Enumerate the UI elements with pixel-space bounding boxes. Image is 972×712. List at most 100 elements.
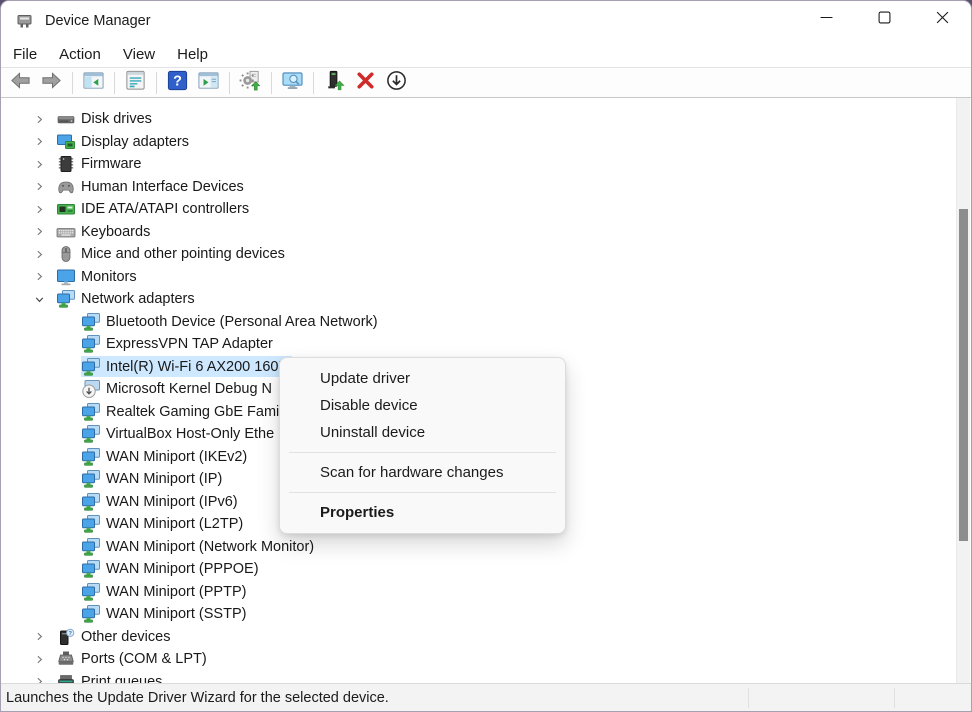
- help-icon: ?: [166, 69, 189, 97]
- network-adapter-icon: [81, 582, 101, 602]
- chevron-right-icon[interactable]: [32, 270, 46, 284]
- tree-item-wan-miniport-pptp[interactable]: WAN Miniport (PPTP): [2, 581, 954, 604]
- device-manager-window: Device Manager FileActionViewHelp ? Disk…: [0, 0, 972, 712]
- ports-icon: [56, 649, 76, 669]
- status-divider: [748, 688, 749, 708]
- context-menu-item-scan-for-hardware-changes[interactable]: Scan for hardware changes: [280, 459, 565, 486]
- tree-item-bluetooth-device-personal-area-network[interactable]: Bluetooth Device (Personal Area Network): [2, 311, 954, 334]
- tree-item-firmware[interactable]: Firmware: [2, 153, 954, 176]
- tree-item-label: Bluetooth Device (Personal Area Network): [106, 314, 378, 330]
- chevron-right-icon[interactable]: [32, 225, 46, 239]
- scrollbar-thumb[interactable]: [959, 209, 968, 541]
- tree-item-label: Network adapters: [81, 291, 195, 307]
- uninstall-device-button[interactable]: [351, 70, 380, 96]
- minimize-button[interactable]: [797, 1, 855, 39]
- arrow-right-icon: [40, 69, 63, 97]
- toolbar: ?: [1, 69, 971, 98]
- tree-item-mice-and-other-pointing-devices[interactable]: Mice and other pointing devices: [2, 243, 954, 266]
- network-adapter-icon: [81, 492, 101, 512]
- remote-computer-button[interactable]: [278, 70, 307, 96]
- network-adapter-icon: [81, 469, 101, 489]
- help-button[interactable]: ?: [163, 70, 192, 96]
- maximize-button[interactable]: [855, 1, 913, 39]
- toolbar-separator: [229, 72, 230, 94]
- chevron-right-icon[interactable]: [32, 180, 46, 194]
- tree-item-other-devices[interactable]: ? Other devices: [2, 626, 954, 649]
- chevron-right-icon[interactable]: [32, 652, 46, 666]
- tree-item-label: WAN Miniport (SSTP): [106, 606, 246, 622]
- action-pane-button[interactable]: [194, 70, 223, 96]
- tree-item-label: Realtek Gaming GbE Fami: [106, 404, 279, 420]
- update-driver-icon: [323, 69, 346, 97]
- tree-item-monitors[interactable]: Monitors: [2, 266, 954, 289]
- context-menu: Update driverDisable deviceUninstall dev…: [279, 357, 566, 534]
- update-driver-button[interactable]: [320, 70, 349, 96]
- svg-text:?: ?: [68, 631, 72, 637]
- tree-item-network-adapters[interactable]: Network adapters: [2, 288, 954, 311]
- menu-view[interactable]: View: [113, 44, 165, 65]
- tree-item-label: Microsoft Kernel Debug N: [106, 381, 272, 397]
- disable-device-button[interactable]: [382, 70, 411, 96]
- chevron-down-icon[interactable]: [32, 292, 46, 306]
- window-controls: [797, 1, 971, 39]
- tree-item-expressvpn-tap-adapter[interactable]: ExpressVPN TAP Adapter: [2, 333, 954, 356]
- vertical-scrollbar[interactable]: [956, 98, 970, 683]
- forward-button[interactable]: [37, 70, 66, 96]
- chevron-right-icon[interactable]: [32, 675, 46, 683]
- tree-item-keyboards[interactable]: Keyboards: [2, 221, 954, 244]
- menu-action[interactable]: Action: [49, 44, 111, 65]
- network-adapter-icon: [81, 334, 101, 354]
- monitor-icon: [56, 267, 76, 287]
- network-adapter-icon: [81, 514, 101, 534]
- tree-item-label: WAN Miniport (IPv6): [106, 494, 238, 510]
- context-menu-item-uninstall-device[interactable]: Uninstall device: [280, 419, 565, 446]
- maximize-icon: [878, 11, 891, 29]
- tree-item-label: WAN Miniport (Network Monitor): [106, 539, 314, 555]
- tree-item-human-interface-devices[interactable]: Human Interface Devices: [2, 176, 954, 199]
- monitor-search-icon: [281, 69, 304, 97]
- tree-item-disk-drives[interactable]: Disk drives: [2, 108, 954, 131]
- scan-for-hardware-changes-button[interactable]: [236, 70, 265, 96]
- back-button[interactable]: [6, 70, 35, 96]
- tree-item-label: ExpressVPN TAP Adapter: [106, 336, 273, 352]
- chevron-right-icon[interactable]: [32, 630, 46, 644]
- properties-button[interactable]: [121, 70, 150, 96]
- tree-item-label: Disk drives: [81, 111, 152, 127]
- close-button[interactable]: [913, 1, 971, 39]
- tree-item-label: Human Interface Devices: [81, 179, 244, 195]
- context-menu-separator: [289, 492, 556, 493]
- chevron-right-icon[interactable]: [32, 202, 46, 216]
- tree-item-display-adapters[interactable]: Display adapters: [2, 131, 954, 154]
- tree-item-label: IDE ATA/ATAPI controllers: [81, 201, 249, 217]
- network-adapter-icon: [81, 312, 101, 332]
- tree-item-label: WAN Miniport (L2TP): [106, 516, 243, 532]
- tree-item-ports-com-lpt[interactable]: Ports (COM & LPT): [2, 648, 954, 671]
- tree-item-wan-miniport-pppoe[interactable]: WAN Miniport (PPPOE): [2, 558, 954, 581]
- network-adapter-icon: [81, 424, 101, 444]
- show-console-tree-button[interactable]: [79, 70, 108, 96]
- tree-item-wan-miniport-sstp[interactable]: WAN Miniport (SSTP): [2, 603, 954, 626]
- chevron-right-icon[interactable]: [32, 247, 46, 261]
- network-adapter-icon: [81, 357, 101, 377]
- chevron-right-icon[interactable]: [32, 157, 46, 171]
- menu-file[interactable]: File: [3, 44, 47, 65]
- tree-item-label: VirtualBox Host-Only Ethe: [106, 426, 274, 442]
- tree-item-label: Ports (COM & LPT): [81, 651, 207, 667]
- context-menu-item-properties[interactable]: Properties: [280, 499, 565, 526]
- tree-item-ide-ata-atapi-controllers[interactable]: IDE ATA/ATAPI controllers: [2, 198, 954, 221]
- context-menu-item-disable-device[interactable]: Disable device: [280, 392, 565, 419]
- tree-item-label: Other devices: [81, 629, 170, 645]
- arrow-left-icon: [9, 69, 32, 97]
- tree-item-label: Intel(R) Wi-Fi 6 AX200 160M: [106, 359, 291, 375]
- context-menu-item-update-driver[interactable]: Update driver: [280, 365, 565, 392]
- disk-icon: [56, 109, 76, 129]
- network-adapter-icon: [81, 402, 101, 422]
- chevron-right-icon[interactable]: [32, 112, 46, 126]
- tree-item-wan-miniport-network-monitor[interactable]: WAN Miniport (Network Monitor): [2, 536, 954, 559]
- panel-right-icon: [197, 69, 220, 97]
- title-bar: Device Manager: [1, 1, 971, 41]
- firmware-icon: [56, 154, 76, 174]
- menu-help[interactable]: Help: [167, 44, 218, 65]
- chevron-right-icon[interactable]: [32, 135, 46, 149]
- tree-item-print-queues[interactable]: Print queues: [2, 671, 954, 684]
